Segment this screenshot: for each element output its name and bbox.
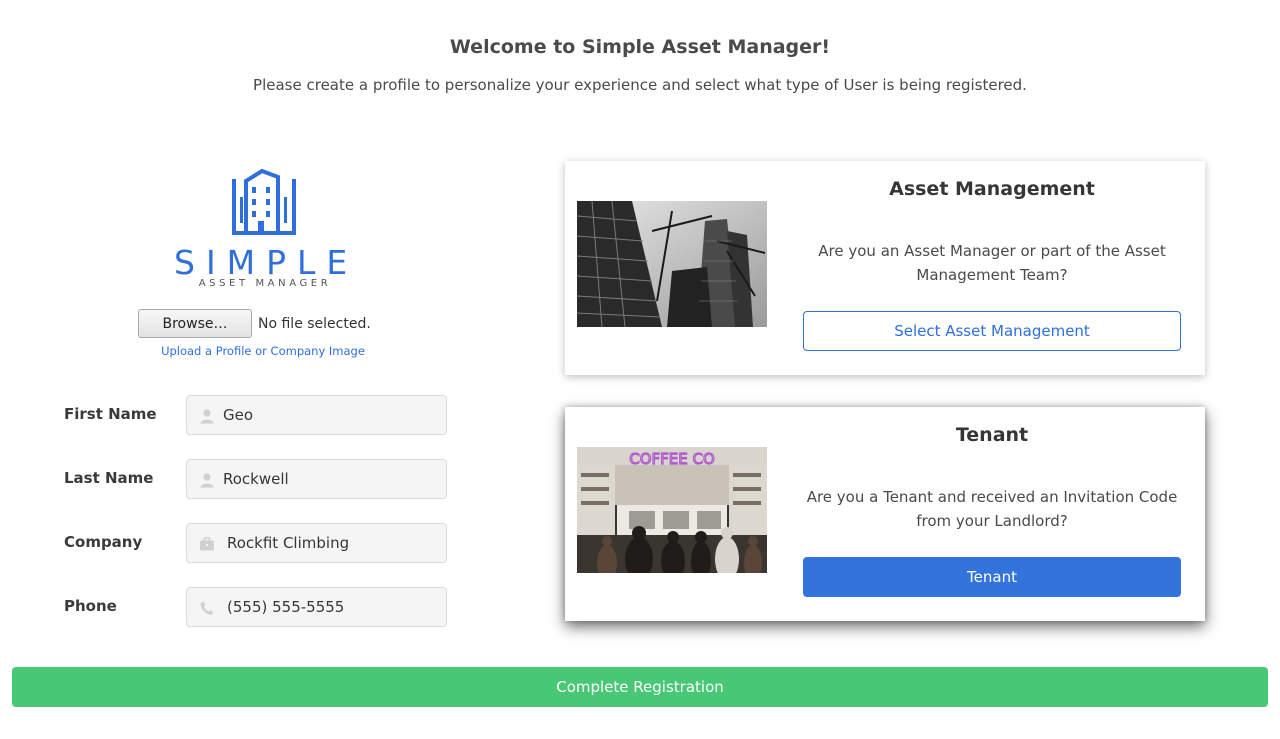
phone-icon bbox=[200, 601, 214, 615]
phone-input[interactable] bbox=[227, 588, 442, 626]
logo: SIMPLE ASSET MANAGER bbox=[168, 167, 358, 292]
phone-box bbox=[186, 587, 447, 627]
tenant-button[interactable]: Tenant bbox=[803, 557, 1181, 597]
tenant-text: Are you a Tenant and received an Invitat… bbox=[806, 488, 1178, 530]
tenant-title: Tenant bbox=[955, 424, 1029, 446]
coffee-shop-image: COFFEE CO bbox=[577, 447, 767, 573]
page-subtitle: Please create a profile to personalize y… bbox=[253, 76, 1027, 94]
upload-image-link[interactable]: Upload a Profile or Company Image bbox=[140, 344, 386, 358]
phone-label: Phone bbox=[64, 597, 117, 615]
construction-image bbox=[577, 201, 767, 327]
building-logo-icon bbox=[232, 168, 296, 235]
company-row: Company bbox=[64, 523, 448, 563]
complete-registration-button[interactable]: Complete Registration bbox=[12, 667, 1268, 707]
first-name-row: First Name bbox=[64, 395, 448, 435]
asset-management-title: Asset Management bbox=[889, 178, 1095, 200]
select-asset-management-button[interactable]: Select Asset Management bbox=[803, 311, 1181, 351]
page-title: Welcome to Simple Asset Manager! bbox=[449, 36, 831, 58]
file-upload: Browse… No file selected. bbox=[138, 309, 371, 338]
logo-wordmark: SIMPLE bbox=[174, 243, 359, 282]
first-name-label: First Name bbox=[64, 405, 157, 423]
phone-row: Phone bbox=[64, 587, 448, 627]
company-label: Company bbox=[64, 533, 143, 551]
company-input[interactable] bbox=[227, 524, 442, 562]
file-status: No file selected. bbox=[258, 315, 371, 332]
briefcase-icon bbox=[200, 537, 214, 551]
coffee-sign-text: COFFEE CO bbox=[629, 450, 715, 468]
last-name-box bbox=[186, 459, 447, 499]
last-name-input[interactable] bbox=[223, 460, 438, 498]
company-box bbox=[186, 523, 447, 563]
first-name-box bbox=[186, 395, 447, 435]
asset-management-card: Asset Management Are you an Asset Manage… bbox=[565, 161, 1205, 375]
first-name-input[interactable] bbox=[223, 396, 438, 434]
user-icon bbox=[200, 473, 214, 488]
asset-management-text: Are you an Asset Manager or part of the … bbox=[818, 242, 1166, 284]
last-name-label: Last Name bbox=[64, 469, 154, 487]
last-name-row: Last Name bbox=[64, 459, 448, 499]
logo-tagline: ASSET MANAGER bbox=[198, 278, 332, 289]
user-icon bbox=[200, 409, 214, 424]
tenant-card: COFFEE CO Tenant Are you a Tenant and re… bbox=[565, 407, 1205, 621]
browse-button[interactable]: Browse… bbox=[138, 309, 252, 338]
